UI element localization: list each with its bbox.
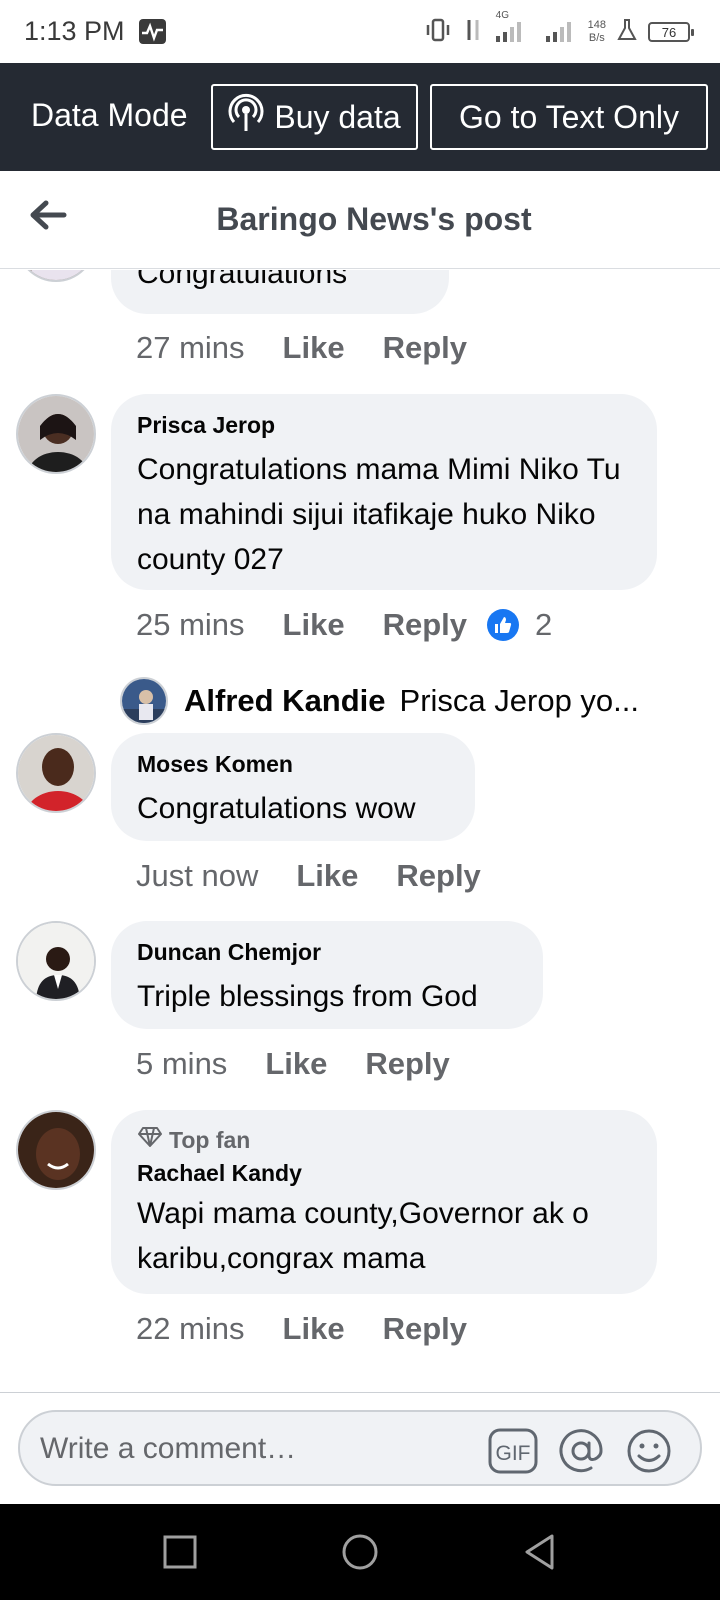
comment-text: Congratulations wow — [137, 792, 416, 825]
reply-button[interactable]: Reply — [383, 1311, 467, 1347]
buy-data-label: Buy data — [274, 98, 401, 135]
mention-icon[interactable] — [556, 1426, 606, 1476]
data-transfer-icon — [462, 16, 484, 49]
battery-icon: 76 — [648, 22, 694, 42]
comment-meta: 5 mins Like Reply — [136, 1044, 488, 1084]
status-bar: 1:13 PM 4G 148 B/s 76 — [0, 0, 720, 63]
avatar[interactable] — [16, 921, 96, 1001]
svg-text:GIF: GIF — [496, 1442, 531, 1465]
comment-bubble[interactable]: Top fan Rachael Kandy Wapi mama county,G… — [111, 1110, 657, 1294]
text-only-button[interactable]: Go to Text Only — [430, 84, 708, 150]
text-only-label: Go to Text Only — [459, 98, 679, 135]
comments-list: Congratulations 27 mins Like Reply Prisc… — [0, 270, 720, 1392]
signal-icon: 4G — [494, 10, 534, 49]
buy-data-button[interactable]: Buy data — [211, 84, 418, 150]
reply-button[interactable]: Reply — [365, 1046, 449, 1082]
comment-text: Wapi mama county,Governor ak o karibu,co… — [137, 1197, 589, 1275]
reply-button[interactable]: Reply — [396, 858, 480, 894]
avatar[interactable] — [16, 270, 96, 282]
network-speed: 148 B/s — [588, 19, 606, 45]
speed-unit: B/s — [588, 32, 605, 44]
comment-composer: GIF — [0, 1392, 720, 1504]
gif-icon[interactable]: GIF — [488, 1426, 538, 1476]
speed-value: 148 — [587, 19, 606, 31]
like-button[interactable]: Like — [265, 1046, 327, 1082]
comment-meta: 27 mins Like Reply — [136, 328, 505, 368]
comment-input[interactable] — [40, 1426, 480, 1472]
status-icons: 4G 148 B/s 76 — [424, 10, 694, 50]
broadcast-icon — [228, 93, 264, 141]
reply-preview[interactable]: Alfred Kandie Prisca Jerop yo... — [120, 676, 690, 726]
comment-author[interactable]: Duncan Chemjor — [137, 939, 517, 966]
post-header: Baringo News's post — [0, 171, 720, 269]
like-button[interactable]: Like — [283, 330, 345, 366]
system-nav-bar — [0, 1504, 720, 1600]
comment-text: Triple blessings from God — [137, 980, 478, 1013]
status-time: 1:13 PM — [24, 16, 125, 46]
reaction-count[interactable]: 2 — [535, 607, 552, 643]
comment-time: Just now — [136, 858, 259, 893]
comment-meta: 25 mins Like Reply 2 — [136, 605, 552, 645]
reply-button[interactable]: Reply — [383, 607, 467, 643]
top-fan-label: Top fan — [169, 1126, 251, 1153]
reply-text: Prisca Jerop yo... — [399, 683, 640, 718]
comment-time: 25 mins — [136, 607, 245, 642]
top-fan-badge: Top fan — [137, 1126, 631, 1154]
comment-bubble[interactable]: Prisca Jerop Congratulations mama Mimi N… — [111, 394, 657, 590]
emoji-icon[interactable] — [624, 1426, 674, 1476]
comment-bubble[interactable]: Congratulations — [111, 270, 449, 314]
data-mode-bar: Data Mode Buy data Go to Text Only — [0, 63, 720, 171]
reply-button[interactable]: Reply — [383, 330, 467, 366]
comment-author[interactable]: Prisca Jerop — [137, 412, 631, 439]
comment-meta: 22 mins Like Reply — [136, 1309, 505, 1349]
battery-level: 76 — [661, 24, 677, 40]
comment-time: 27 mins — [136, 330, 245, 365]
like-button[interactable]: Like — [283, 607, 345, 643]
comment-text: Congratulations — [137, 270, 348, 290]
like-button[interactable]: Like — [283, 1311, 345, 1347]
avatar[interactable] — [16, 1110, 96, 1190]
flask-icon — [616, 17, 638, 48]
vibrate-icon — [424, 16, 452, 49]
comment-bubble[interactable]: Duncan Chemjor Triple blessings from God — [111, 921, 543, 1029]
comment-author[interactable]: Rachael Kandy — [137, 1160, 631, 1187]
comment-meta: Just now Like Reply — [136, 856, 519, 896]
like-button[interactable]: Like — [296, 858, 358, 894]
thumbs-up-icon[interactable] — [487, 609, 519, 641]
activity-icon — [139, 19, 166, 44]
comment-text: Congratulations mama Mimi Niko Tu na mah… — [137, 453, 621, 576]
avatar[interactable] — [16, 733, 96, 813]
back-nav-button[interactable] — [516, 1528, 564, 1576]
reply-author: Alfred Kandie — [184, 683, 386, 718]
diamond-icon — [137, 1126, 163, 1154]
network-type: 4G — [495, 9, 509, 21]
avatar — [120, 677, 168, 725]
comment-box[interactable]: GIF — [18, 1410, 702, 1486]
signal-icon-2 — [544, 16, 578, 49]
recents-button[interactable] — [156, 1528, 204, 1576]
page-title: Baringo News's post — [216, 201, 532, 237]
avatar[interactable] — [16, 394, 96, 474]
comment-time: 22 mins — [136, 1311, 245, 1346]
comment-bubble[interactable]: Moses Komen Congratulations wow — [111, 733, 475, 841]
data-mode-label: Data Mode — [31, 97, 188, 133]
comment-author[interactable]: Moses Komen — [137, 751, 449, 778]
comment-time: 5 mins — [136, 1046, 228, 1081]
home-button[interactable] — [336, 1528, 384, 1576]
